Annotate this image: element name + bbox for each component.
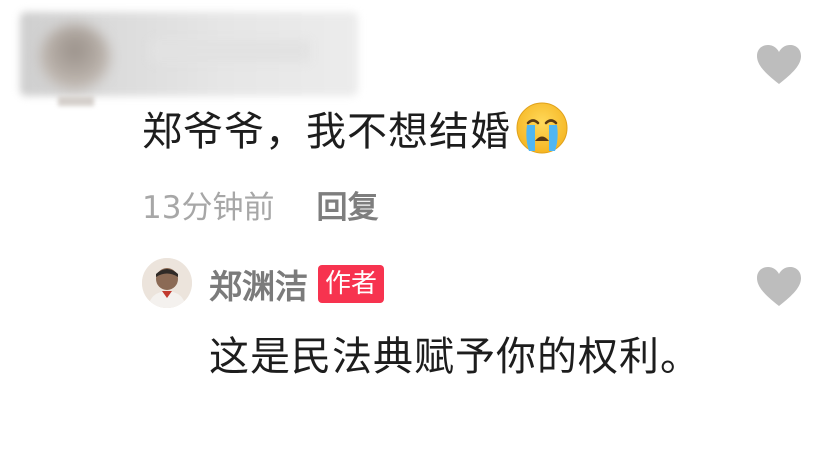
like-button[interactable] [756, 44, 802, 86]
blurred-username [150, 40, 310, 62]
heart-icon [757, 45, 801, 84]
avatar[interactable] [142, 258, 192, 308]
comment-text-body: 郑爷爷，我不想结婚 [142, 109, 511, 155]
comment-meta: 13分钟前 回复 [142, 182, 378, 227]
comment-text: 郑爷爷，我不想结婚 [142, 100, 569, 156]
heart-icon [757, 267, 801, 306]
crying-face-icon [515, 101, 569, 155]
reply-author-row: 郑渊洁 作者 [209, 260, 385, 308]
reply-text: 这是民法典赋予你的权利。 [209, 334, 701, 380]
comment-time: 13分钟前 [142, 189, 275, 226]
author-name[interactable]: 郑渊洁 [209, 260, 308, 308]
blurred-chip [58, 96, 94, 106]
author-badge: 作者 [318, 265, 385, 303]
reply-like-button[interactable] [756, 266, 802, 308]
blurred-avatar [40, 24, 110, 90]
reply-button[interactable]: 回复 [316, 182, 378, 227]
